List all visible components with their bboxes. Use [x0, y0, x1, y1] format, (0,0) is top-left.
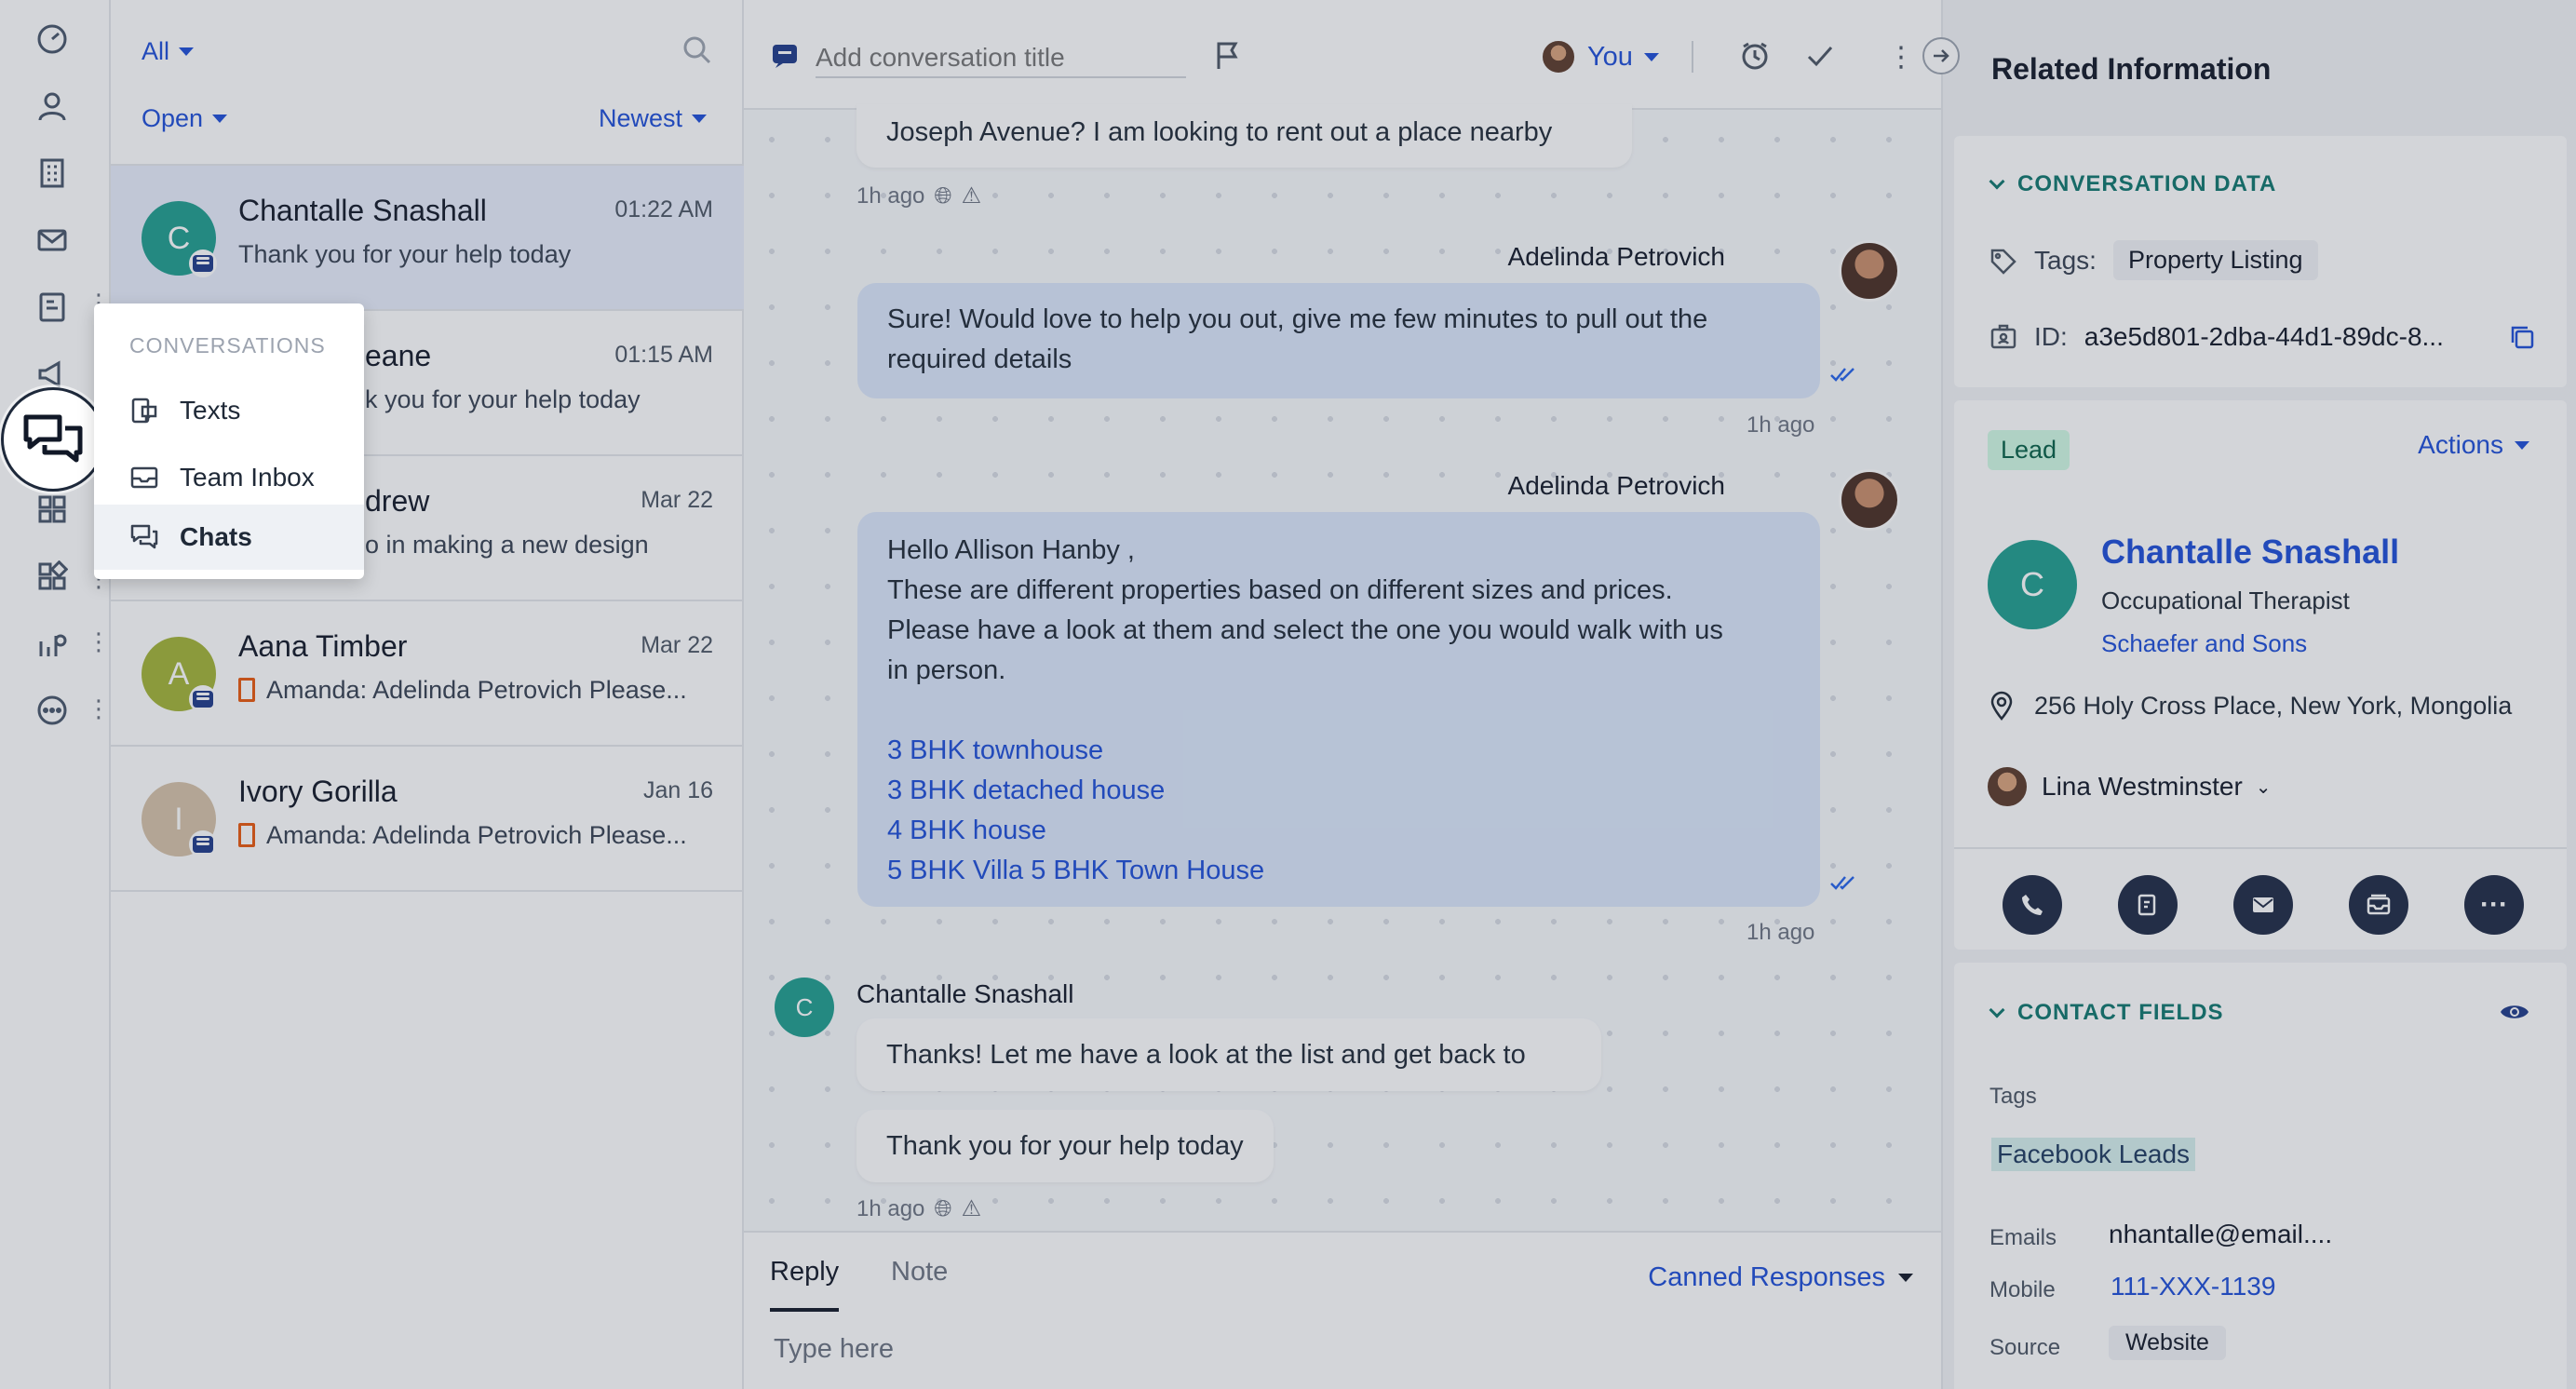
menu-item-team-inbox[interactable]: Team Inbox — [94, 445, 364, 510]
menu-item-chats[interactable]: Chats — [94, 505, 364, 570]
menu-heading: CONVERSATIONS — [129, 333, 326, 357]
menu-item-label: Team Inbox — [180, 463, 315, 492]
menu-item-texts[interactable]: Texts — [94, 378, 364, 443]
menu-item-label: Chats — [180, 522, 252, 551]
texts-icon — [129, 396, 159, 425]
modal-overlay[interactable] — [0, 0, 2576, 1389]
menu-item-label: Texts — [180, 396, 241, 425]
conversations-menu: CONVERSATIONS Texts Team Inbox Chats — [94, 303, 364, 579]
chats-icon — [129, 522, 159, 552]
inbox-icon — [129, 463, 159, 492]
conversations-icon[interactable] — [1, 387, 105, 492]
